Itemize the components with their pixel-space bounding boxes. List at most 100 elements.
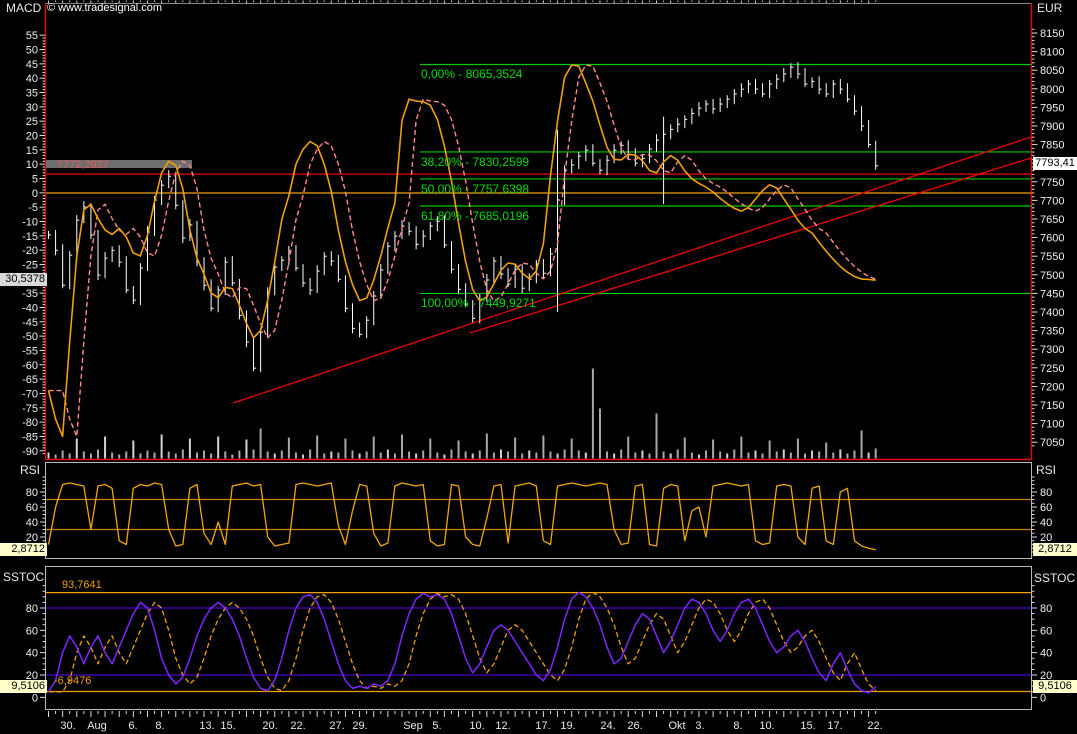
macd-axis-title: MACD — [6, 2, 41, 15]
svg-text:7100: 7100 — [1040, 419, 1064, 431]
svg-text:6.: 6. — [128, 720, 137, 732]
svg-text:8050: 8050 — [1040, 65, 1064, 77]
svg-text:80: 80 — [26, 487, 38, 499]
svg-text:25: 25 — [26, 116, 38, 128]
sstoc-title-left: SSTOC — [3, 571, 44, 584]
svg-text:20: 20 — [26, 131, 38, 143]
svg-text:17.: 17. — [535, 720, 550, 732]
price-band-label: 7772,2927 — [57, 159, 109, 172]
svg-text:7250: 7250 — [1040, 363, 1064, 375]
fib-label-618: 61,80% - 7685,0196 — [421, 210, 529, 223]
svg-text:40: 40 — [1040, 648, 1052, 660]
svg-text:7350: 7350 — [1040, 326, 1064, 338]
svg-text:40: 40 — [26, 73, 38, 85]
svg-text:8000: 8000 — [1040, 84, 1064, 96]
svg-text:10.: 10. — [759, 720, 774, 732]
price-current-value: 7793,41 — [1033, 157, 1077, 170]
svg-text:80: 80 — [1040, 603, 1052, 615]
svg-text:15.: 15. — [220, 720, 235, 732]
svg-text:40: 40 — [1040, 517, 1052, 529]
svg-text:-75: -75 — [22, 403, 38, 415]
svg-text:-15: -15 — [22, 231, 38, 243]
svg-text:-60: -60 — [22, 360, 38, 372]
svg-text:60: 60 — [26, 502, 38, 514]
sstoc-upper-band-label: 93,7641 — [62, 579, 102, 592]
svg-text:17.: 17. — [827, 720, 842, 732]
panel-frames — [46, 4, 1032, 710]
svg-text:0: 0 — [1040, 692, 1046, 704]
svg-text:40: 40 — [26, 517, 38, 529]
macd-line — [49, 65, 876, 436]
svg-text:-85: -85 — [22, 431, 38, 443]
svg-text:-35: -35 — [22, 288, 38, 300]
svg-text:15.: 15. — [800, 720, 815, 732]
axis-tick-labels: 5550454035302520151050-5-10-15-20-25-35-… — [22, 28, 1064, 732]
svg-text:30: 30 — [26, 102, 38, 114]
svg-text:7850: 7850 — [1040, 140, 1064, 152]
svg-text:50: 50 — [26, 45, 38, 57]
fib-label-382: 38,20% - 7830,2599 — [421, 156, 529, 169]
main-annotations — [46, 64, 1032, 403]
svg-text:7450: 7450 — [1040, 288, 1064, 300]
svg-text:7200: 7200 — [1040, 381, 1064, 393]
svg-text:-90: -90 — [22, 446, 38, 458]
svg-text:55: 55 — [26, 30, 38, 42]
svg-text:0: 0 — [32, 692, 38, 704]
svg-text:45: 45 — [26, 59, 38, 71]
svg-text:7500: 7500 — [1040, 270, 1064, 282]
svg-text:12.: 12. — [495, 720, 510, 732]
svg-text:10.: 10. — [469, 720, 484, 732]
svg-text:-45: -45 — [22, 317, 38, 329]
svg-text:13.: 13. — [199, 720, 214, 732]
svg-text:30.: 30. — [60, 720, 75, 732]
trading-chart-window: 5550454035302520151050-5-10-15-20-25-35-… — [0, 0, 1077, 734]
svg-text:3.: 3. — [695, 720, 704, 732]
svg-text:-55: -55 — [22, 345, 38, 357]
eur-axis-title: EUR — [1037, 2, 1062, 15]
svg-text:7400: 7400 — [1040, 307, 1064, 319]
svg-text:8100: 8100 — [1040, 47, 1064, 59]
svg-text:7300: 7300 — [1040, 344, 1064, 356]
svg-text:7950: 7950 — [1040, 102, 1064, 114]
rsi-title-left: RSI — [20, 464, 40, 477]
svg-text:19.: 19. — [560, 720, 575, 732]
svg-text:80: 80 — [26, 603, 38, 615]
svg-text:10: 10 — [26, 159, 38, 171]
svg-text:8150: 8150 — [1040, 28, 1064, 40]
svg-text:-65: -65 — [22, 374, 38, 386]
rsi-current-value-left: 2,8712 — [0, 543, 47, 556]
svg-text:-20: -20 — [22, 245, 38, 257]
rsi-title-right: RSI — [1036, 464, 1056, 477]
svg-text:35: 35 — [26, 88, 38, 100]
svg-text:60: 60 — [26, 625, 38, 637]
copyright-text: © www.tradesignal.com — [47, 2, 162, 15]
chart-canvas: 5550454035302520151050-5-10-15-20-25-35-… — [0, 0, 1077, 734]
svg-text:22.: 22. — [867, 720, 882, 732]
svg-text:80: 80 — [1040, 487, 1052, 499]
svg-text:8.: 8. — [155, 720, 164, 732]
fib-label-0: 0,00% - 8065,3524 — [421, 68, 522, 81]
svg-text:7550: 7550 — [1040, 251, 1064, 263]
svg-text:24.: 24. — [600, 720, 615, 732]
svg-text:60: 60 — [1040, 502, 1052, 514]
sstoc-title-right: SSTOC — [1034, 572, 1075, 585]
sstoc-current-value-right: 9,5106 — [1033, 680, 1077, 693]
svg-text:8.: 8. — [733, 720, 742, 732]
sstoc-current-value-left: 9,5106 — [0, 680, 47, 693]
fib-label-50: 50,00% - 7757,6398 — [421, 183, 529, 196]
svg-text:26.: 26. — [627, 720, 642, 732]
svg-text:7750: 7750 — [1040, 177, 1064, 189]
svg-text:15: 15 — [26, 145, 38, 157]
svg-text:-50: -50 — [22, 331, 38, 343]
svg-text:22.: 22. — [290, 720, 305, 732]
svg-text:Sep: Sep — [403, 720, 423, 732]
svg-text:29.: 29. — [352, 720, 367, 732]
svg-text:-80: -80 — [22, 417, 38, 429]
rsi-current-value-right: 2,8712 — [1033, 543, 1077, 556]
svg-text:7650: 7650 — [1040, 214, 1064, 226]
macd-signal-line — [49, 65, 876, 436]
axis-ticks — [40, 1, 1038, 718]
fib-label-100: 100,00% - 7449,9271 — [421, 297, 536, 310]
svg-text:7050: 7050 — [1040, 437, 1064, 449]
svg-text:-40: -40 — [22, 302, 38, 314]
